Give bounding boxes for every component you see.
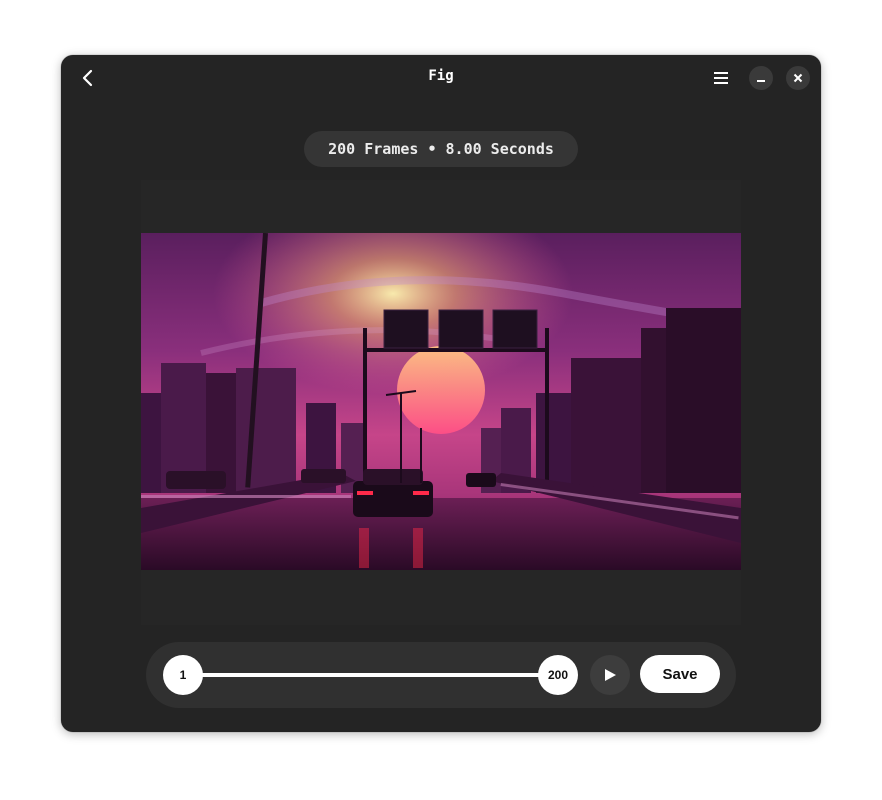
save-button[interactable]: Save (640, 655, 720, 693)
minimize-icon (757, 80, 765, 82)
minimize-button[interactable] (749, 66, 773, 90)
frames-duration-badge: 200 Frames • 8.00 Seconds (304, 131, 578, 167)
main-menu-button[interactable] (707, 63, 735, 93)
header-bar: Fig (61, 55, 821, 101)
gif-preview-image (141, 232, 742, 570)
range-start-handle[interactable]: 1 (163, 655, 203, 695)
hamburger-menu-icon (714, 72, 728, 84)
range-end-handle[interactable]: 200 (538, 655, 578, 695)
app-window: Fig 200 Frames • 8.00 Seconds 1 200 Save (61, 55, 821, 732)
frame-range-track[interactable] (186, 673, 556, 677)
play-icon (605, 669, 616, 681)
play-button[interactable] (590, 655, 630, 695)
trim-control-bar: 1 200 Save (146, 642, 736, 708)
close-button[interactable] (786, 66, 810, 90)
close-icon (793, 73, 803, 83)
